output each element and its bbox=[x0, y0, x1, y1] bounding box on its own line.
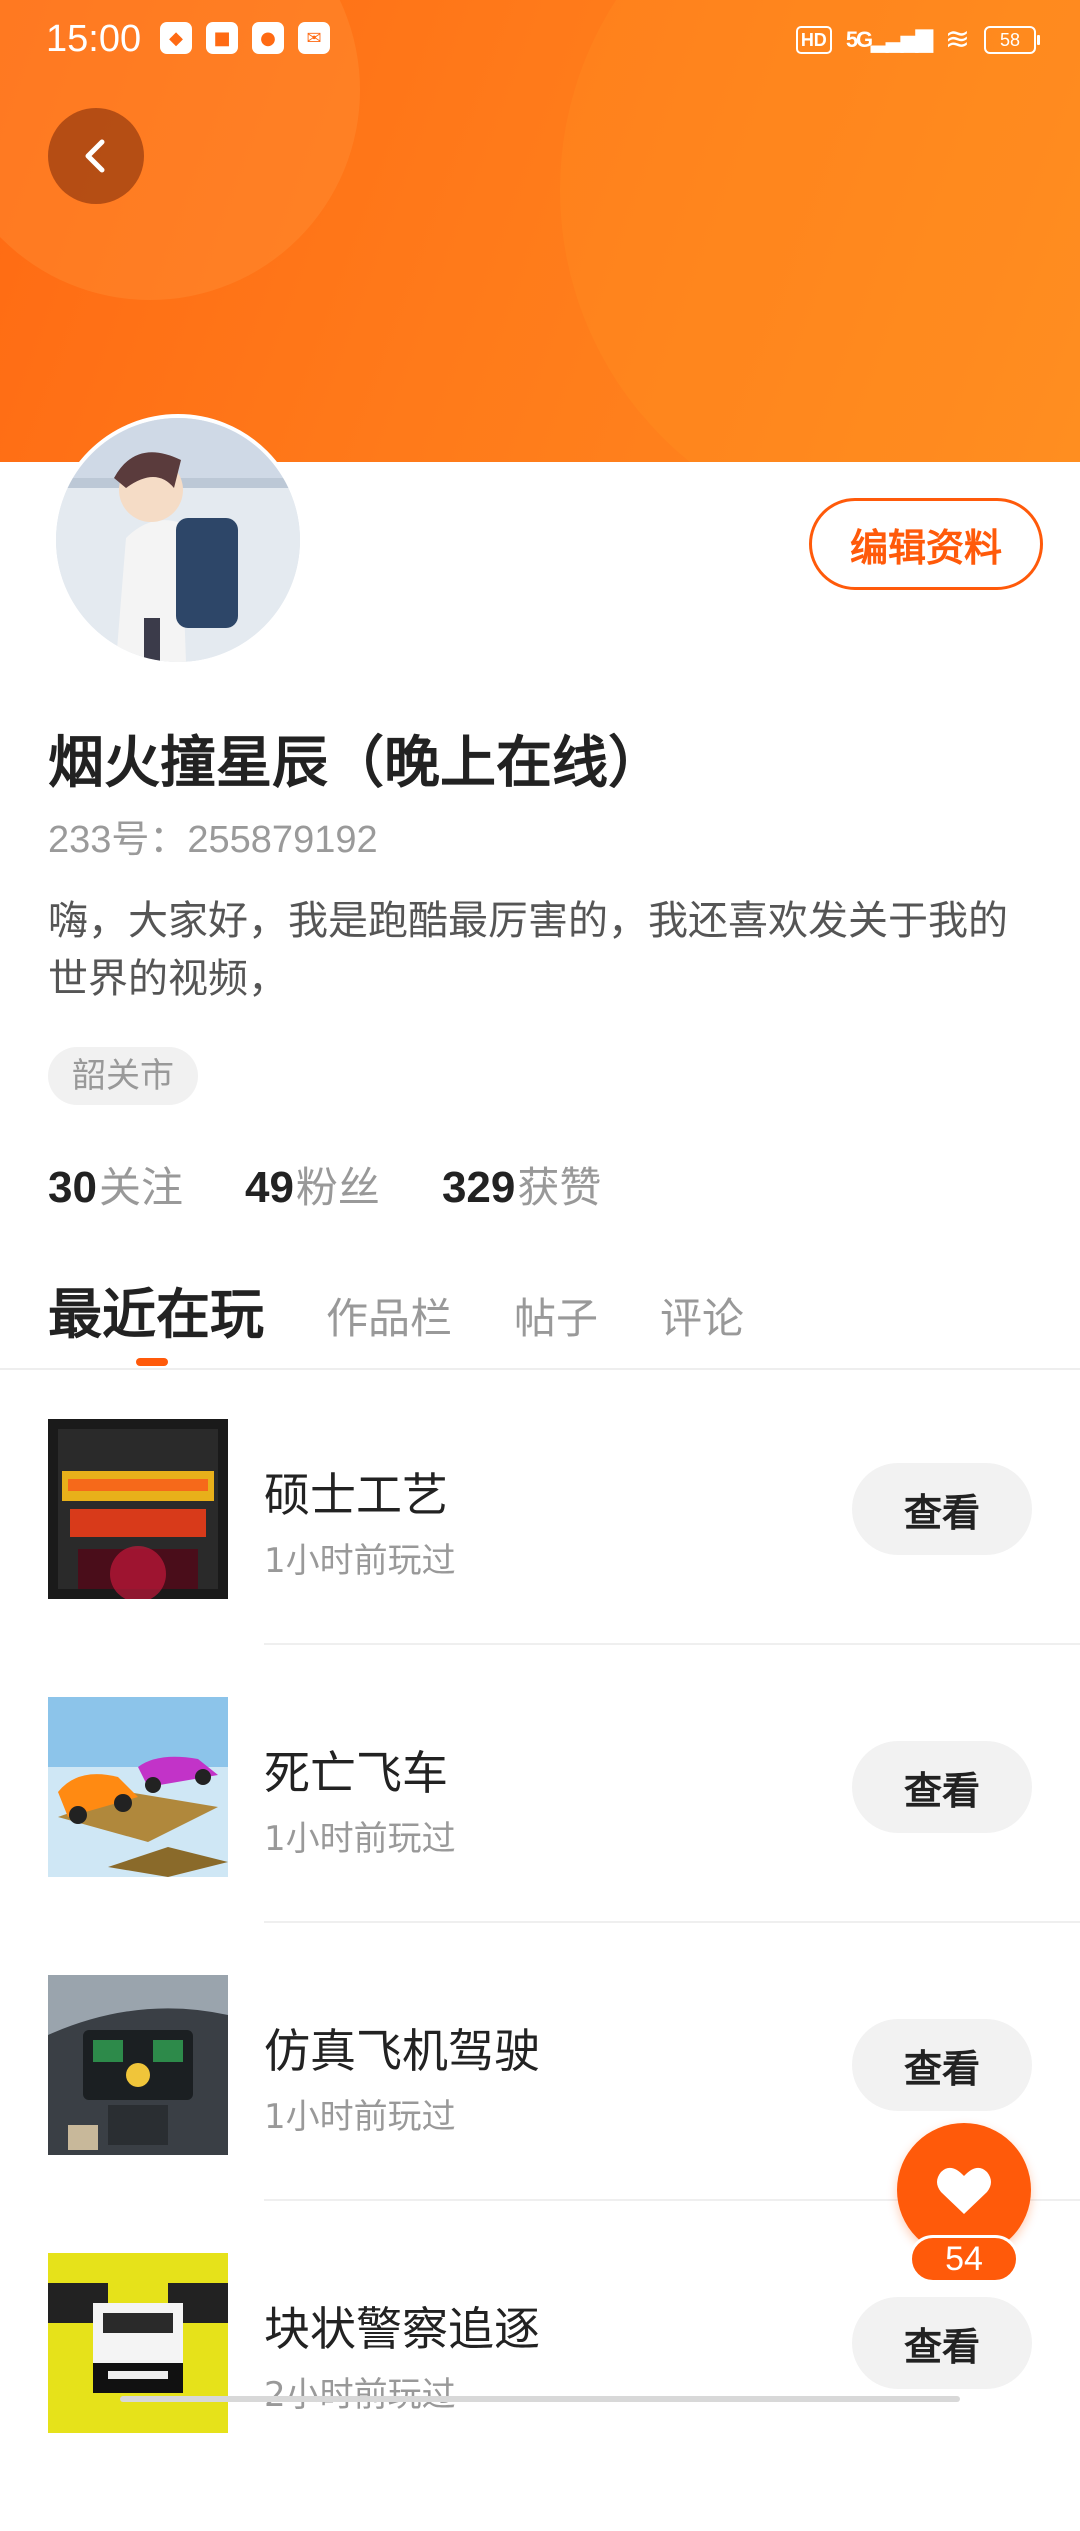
flight-simulator-game-icon bbox=[48, 1975, 228, 2155]
divider bbox=[264, 1921, 1080, 1923]
avatar[interactable] bbox=[52, 414, 304, 666]
tab-active-indicator bbox=[136, 1358, 168, 1366]
game-played-time: 1小时前玩过 bbox=[264, 1819, 456, 1859]
app-notification-icon: ● bbox=[252, 22, 284, 54]
following-label: 关注 bbox=[98, 1163, 183, 1212]
status-time: 15:00 bbox=[46, 18, 142, 60]
divider bbox=[0, 1368, 1080, 1370]
list-item[interactable]: 块状警察追逐 2小时前玩过 查看 bbox=[0, 2253, 1080, 2531]
tab-works[interactable]: 作品栏 bbox=[326, 1285, 452, 1346]
game-title: 仿真飞机驾驶 bbox=[264, 2024, 540, 2078]
battery-icon: 58 bbox=[984, 25, 1040, 54]
game-played-time: 1小时前玩过 bbox=[264, 1541, 456, 1581]
avatar-image bbox=[56, 418, 300, 662]
divider bbox=[264, 1643, 1080, 1645]
followers-count: 49 bbox=[244, 1163, 294, 1212]
status-bar: 15:00 ◆ ■ ● ✉ HD 5G▂▃▅▇ ≋ 58 bbox=[0, 0, 1080, 84]
view-button[interactable]: 查看 bbox=[852, 1741, 1032, 1833]
app-notification-icon: ■ bbox=[206, 22, 238, 54]
tab-comments[interactable]: 评论 bbox=[660, 1285, 744, 1346]
likes-count: 329 bbox=[441, 1163, 516, 1212]
mastercraft-game-icon bbox=[48, 1419, 228, 1599]
following-count: 30 bbox=[48, 1163, 97, 1212]
view-button[interactable]: 查看 bbox=[852, 1463, 1032, 1555]
profile-id: 233号：255879192 bbox=[48, 819, 378, 861]
likes-label: 获赞 bbox=[517, 1163, 602, 1212]
app-notification-icon: ◆ bbox=[160, 22, 192, 54]
location-tag: 韶关市 bbox=[48, 1047, 198, 1105]
tab-recently-played[interactable]: 最近在玩 bbox=[48, 1270, 264, 1349]
back-button[interactable] bbox=[48, 108, 144, 204]
wifi-icon: ≋ bbox=[944, 23, 970, 56]
profile-tabs: 最近在玩 作品栏 帖子 评论 bbox=[48, 1270, 744, 1349]
followers-label: 粉丝 bbox=[295, 1163, 380, 1212]
blocky-police-chase-game-icon bbox=[48, 2253, 228, 2433]
app-notification-icon: ✉ bbox=[298, 22, 330, 54]
chevron-left-icon bbox=[85, 139, 105, 173]
game-title: 硕士工艺 bbox=[264, 1468, 448, 1522]
signal-icon: 5G▂▃▅▇ bbox=[845, 26, 933, 52]
list-item[interactable]: 死亡飞车 1小时前玩过 查看 bbox=[0, 1697, 1080, 1975]
hd-icon: HD bbox=[795, 25, 832, 54]
list-item[interactable]: 硕士工艺 1小时前玩过 查看 bbox=[0, 1419, 1080, 1697]
heart-icon bbox=[937, 2167, 991, 2214]
death-racing-game-icon bbox=[48, 1697, 228, 1877]
followers-stat[interactable]: 49 粉丝 bbox=[245, 1154, 380, 1215]
like-count-badge: 54 bbox=[909, 2235, 1019, 2283]
view-button[interactable]: 查看 bbox=[852, 2019, 1032, 2111]
game-title: 死亡飞车 bbox=[264, 1746, 448, 1800]
profile-bio: 嗨，大家好，我是跑酷最厉害的，我还喜欢发关于我的世界的视频， bbox=[48, 898, 1008, 1002]
profile-name: 烟火撞星辰（晚上在线） bbox=[48, 731, 664, 796]
game-title: 块状警察追逐 bbox=[264, 2302, 540, 2356]
game-played-time: 2小时前玩过 bbox=[264, 2375, 456, 2415]
status-right-icons: HD 5G▂▃▅▇ ≋ 58 bbox=[795, 22, 1040, 57]
home-indicator[interactable] bbox=[120, 2396, 960, 2402]
notification-icons: ◆ ■ ● ✉ bbox=[160, 22, 330, 54]
view-button[interactable]: 查看 bbox=[852, 2297, 1032, 2389]
tab-posts[interactable]: 帖子 bbox=[514, 1285, 598, 1346]
likes-stat[interactable]: 329 获赞 bbox=[442, 1154, 601, 1215]
game-played-time: 1小时前玩过 bbox=[264, 2097, 456, 2137]
profile-stats: 30 关注 49 粉丝 329 获赞 bbox=[48, 1154, 601, 1215]
edit-profile-button[interactable]: 编辑资料 bbox=[809, 498, 1043, 590]
following-stat[interactable]: 30 关注 bbox=[48, 1154, 183, 1215]
